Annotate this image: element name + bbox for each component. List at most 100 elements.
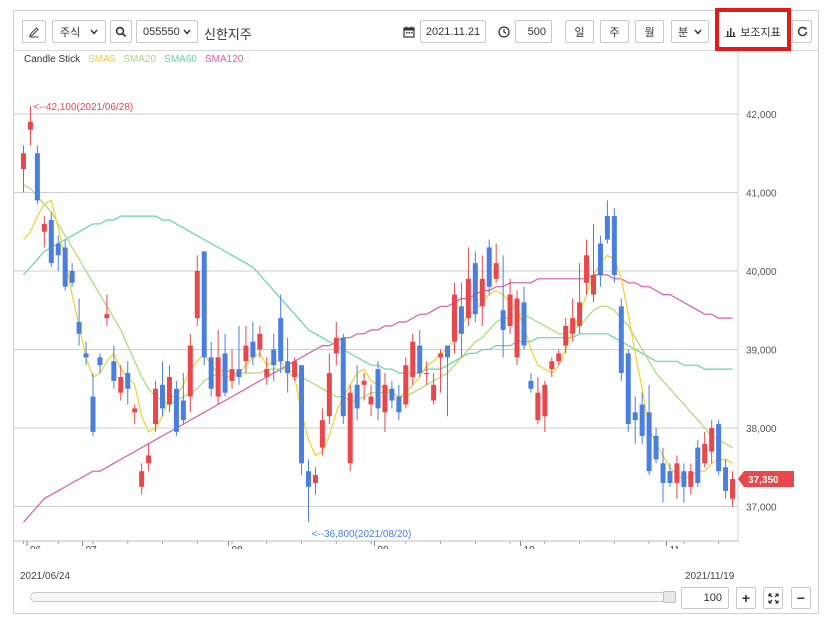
chevron-down-icon: [694, 29, 702, 35]
candle-body: [639, 404, 645, 436]
candle-body: [431, 384, 437, 401]
period-week-button[interactable]: 주: [600, 20, 629, 43]
candle-body: [403, 365, 409, 405]
candle-body: [250, 341, 256, 358]
candle-body: [257, 333, 263, 350]
candle-body: [271, 349, 277, 366]
candle-body: [563, 325, 569, 346]
date-input[interactable]: 2021.11.21: [420, 20, 486, 43]
search-button[interactable]: [110, 20, 132, 43]
candle-body: [500, 310, 506, 330]
candle-body: [69, 271, 75, 283]
candle-body: [368, 396, 374, 405]
candle-body: [125, 373, 131, 389]
refresh-icon: [797, 26, 807, 37]
candle-body: [118, 376, 124, 393]
zoom-out-label: −: [796, 590, 806, 606]
candle-body: [48, 219, 54, 264]
candle-body: [674, 463, 680, 483]
clock-icon[interactable]: [498, 26, 510, 41]
candle-body: [625, 353, 631, 425]
candle-body: [597, 243, 603, 275]
candle-body: [76, 322, 82, 334]
candlestick-chart: 42,000 41,000 40,000 39,000 38,000 37,000 06 07…: [14, 51, 794, 556]
candle-body: [292, 361, 298, 377]
candle-body: [438, 353, 444, 358]
candle-body: [618, 306, 624, 374]
candle-body: [347, 392, 353, 464]
period-day-label: 일: [574, 26, 585, 39]
range-scrollbar[interactable]: [30, 591, 676, 603]
candle-body: [451, 294, 457, 342]
candle-body: [570, 318, 576, 334]
candle-body: [660, 463, 666, 483]
candle-body: [646, 412, 652, 472]
candle-body: [243, 345, 249, 362]
candle-body: [187, 345, 193, 397]
count-value: 500: [527, 25, 546, 38]
count-input[interactable]: 500: [515, 20, 552, 43]
chart-area: 42,000 41,000 40,000 39,000 38,000 37,000 06 07…: [14, 51, 820, 556]
candle-body: [166, 376, 172, 405]
candle-body: [688, 471, 694, 487]
fit-button[interactable]: [763, 587, 783, 609]
candle-body: [382, 384, 388, 413]
period-week-label: 주: [609, 26, 620, 39]
zoom-value: 100: [703, 592, 722, 604]
candle-body: [41, 223, 47, 232]
candle-body: [486, 247, 492, 287]
candle-body: [319, 420, 325, 448]
candle-body: [132, 408, 138, 413]
pencil-icon[interactable]: [22, 20, 46, 43]
expand-icon: [767, 592, 779, 604]
candle-body: [424, 373, 430, 375]
candle-body: [194, 271, 200, 319]
period-month-label: 월: [644, 26, 655, 39]
zoom-in-label: +: [741, 590, 751, 606]
code-select[interactable]: 055550: [136, 20, 198, 43]
candle-body: [611, 216, 617, 275]
chevron-down-icon: [90, 29, 98, 35]
candle-body: [173, 388, 179, 432]
candle-body: [62, 247, 68, 287]
candle-body: [104, 314, 110, 319]
search-icon: [115, 26, 127, 37]
candle-body: [577, 302, 583, 326]
candle-body: [27, 121, 33, 130]
scrollbar-handle[interactable]: [663, 591, 676, 603]
high-annotation: <--42,100(2021/06/28): [33, 102, 133, 113]
candle-body: [34, 153, 40, 201]
current-price-label: 37,350: [748, 475, 779, 486]
period-month-button[interactable]: 월: [635, 20, 664, 43]
candle-body: [375, 369, 381, 409]
refresh-button[interactable]: [792, 20, 812, 43]
candle-body: [556, 353, 562, 362]
code-select-value: 055550: [143, 25, 180, 38]
candle-body: [180, 400, 186, 421]
chevron-down-icon: [183, 29, 191, 35]
candle-body: [507, 294, 513, 326]
toolbar: 주식 055550 신한지주 2021.11.21 500 일 주 월 분 보조…: [14, 8, 818, 51]
candle-body: [716, 424, 722, 472]
x-tick-label: 06: [30, 545, 42, 549]
sma5-line: [23, 199, 733, 480]
candle-body: [285, 361, 291, 374]
candle-body: [542, 384, 548, 417]
zoom-out-button[interactable]: −: [791, 587, 811, 609]
candle-body: [305, 471, 311, 487]
calendar-icon[interactable]: [403, 26, 415, 41]
market-select[interactable]: 주식: [52, 20, 106, 43]
y-tick-label: 40,000: [746, 267, 777, 278]
candle-body: [667, 471, 673, 483]
zoom-input[interactable]: 100: [681, 587, 729, 609]
candle-body: [97, 357, 103, 366]
zoom-in-button[interactable]: +: [736, 587, 756, 609]
period-day-button[interactable]: 일: [565, 20, 594, 43]
candle-body: [417, 345, 423, 374]
period-minute-select[interactable]: 분: [671, 20, 709, 43]
candle-body: [326, 373, 332, 417]
candle-body: [681, 471, 687, 487]
candle-body: [493, 263, 499, 279]
candle-body: [222, 353, 228, 393]
candle-body: [535, 392, 541, 421]
